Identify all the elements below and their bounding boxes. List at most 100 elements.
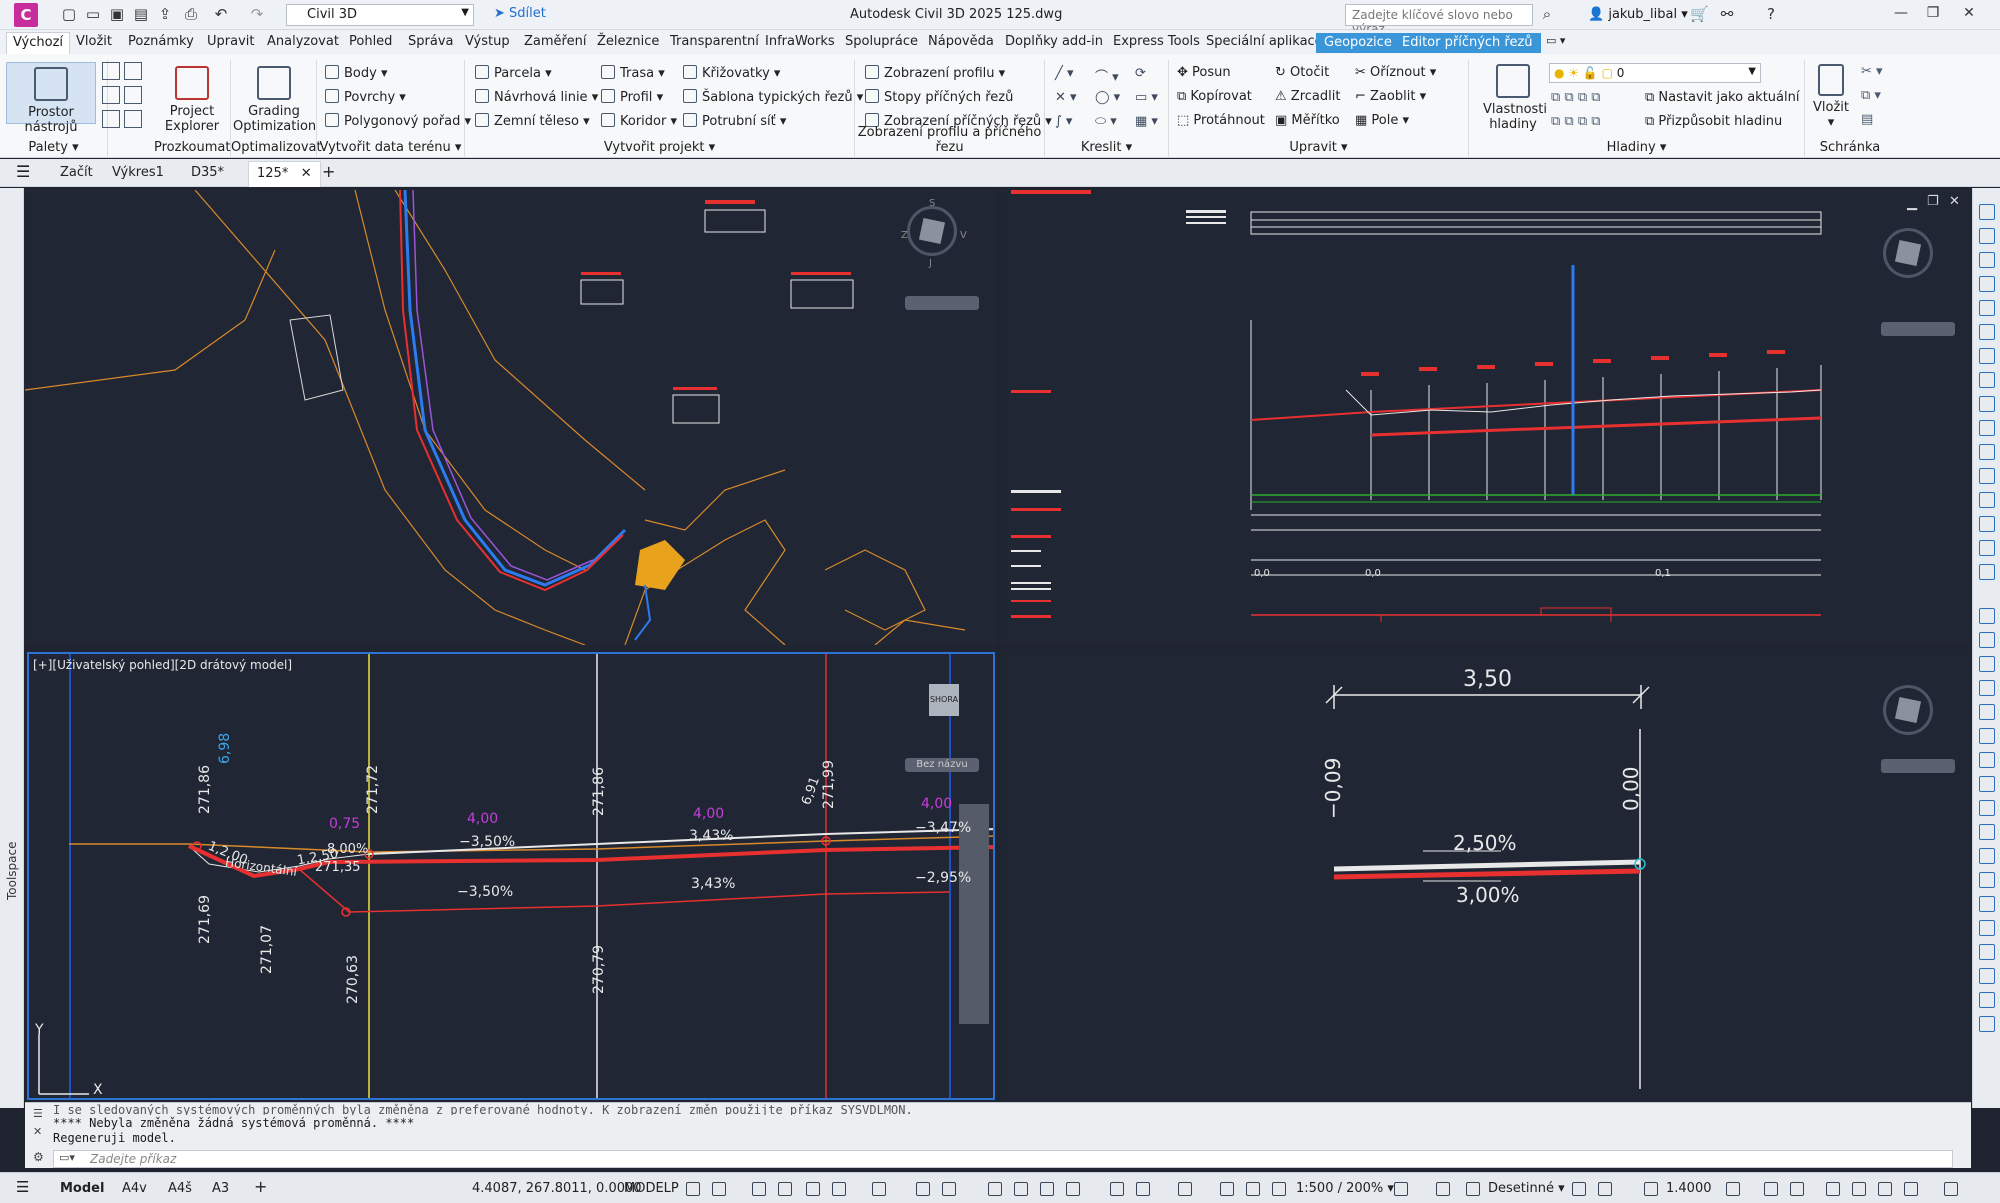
- tool-icon[interactable]: [1979, 872, 1995, 888]
- coordinates-readout[interactable]: 4.4087, 267.8011, 0.0000: [472, 1181, 642, 1196]
- connect-icon[interactable]: ⚯: [1718, 5, 1736, 23]
- viewcube-face[interactable]: [918, 217, 946, 245]
- wcs-menu[interactable]: [905, 296, 979, 310]
- workspace-select[interactable]: Civil 3D ▼: [286, 4, 474, 26]
- paste-button[interactable]: Vložit ▾: [1809, 64, 1853, 130]
- tab-zeleznice[interactable]: Železnice: [597, 34, 659, 49]
- annotation-scale-icon[interactable]: [1272, 1182, 1286, 1196]
- panel-label-palety[interactable]: Palety ▾: [0, 140, 107, 155]
- close-button[interactable]: ✕: [1954, 5, 1984, 21]
- tool-icon[interactable]: [1979, 752, 1995, 768]
- tool-icon[interactable]: [1979, 656, 1995, 672]
- open-file-icon[interactable]: ▭: [84, 5, 102, 23]
- scale-button[interactable]: ▣ Měřítko: [1275, 113, 1340, 128]
- redo-icon[interactable]: ↷: [248, 5, 266, 23]
- pipe-network-button[interactable]: Potrubní síť ▾: [683, 113, 786, 129]
- tool-icon[interactable]: [1979, 276, 1995, 292]
- construction-line-icon[interactable]: ✕ ▾: [1055, 90, 1077, 105]
- gizmo-icon[interactable]: [1178, 1182, 1192, 1196]
- layer-dropdown[interactable]: ● ☀ 🔓 ▢ 0 ▼: [1549, 63, 1761, 83]
- viewport-close-icon[interactable]: ✕: [1949, 194, 1960, 209]
- viewcube[interactable]: [1883, 685, 1933, 735]
- ribbon-options-icon[interactable]: ▭ ▾: [1546, 34, 1565, 47]
- polar-tracking-icon[interactable]: [832, 1182, 846, 1196]
- sample-lines-button[interactable]: Stopy příčných řezů: [865, 89, 1013, 105]
- tab-vlozit[interactable]: Vložit: [76, 34, 112, 49]
- new-file-icon[interactable]: ▢: [60, 5, 78, 23]
- feature-line-button[interactable]: Návrhová linie ▾: [475, 89, 598, 105]
- isolate-objects-icon[interactable]: [1644, 1182, 1658, 1196]
- toolspace-strip[interactable]: Toolspace: [0, 188, 24, 1108]
- tool-icon[interactable]: [1979, 420, 1995, 436]
- isodraft-icon[interactable]: [872, 1182, 886, 1196]
- auto-scale-icon[interactable]: [1246, 1182, 1260, 1196]
- cut-icon[interactable]: ✂ ▾: [1861, 64, 1883, 79]
- spline-icon[interactable]: ∫ ▾: [1055, 114, 1072, 129]
- grid-toggle-icon[interactable]: [686, 1182, 700, 1196]
- 3d-osnap-icon[interactable]: [1066, 1182, 1080, 1196]
- command-grip-icon[interactable]: ☰: [33, 1107, 43, 1120]
- tab-napoveda[interactable]: Nápověda: [928, 34, 994, 49]
- tool-icon[interactable]: [1979, 1016, 1995, 1032]
- tool-icon[interactable]: [1979, 776, 1995, 792]
- layer-tools-row2[interactable]: ⧉ ⧉ ⧉ ⧉: [1551, 114, 1601, 129]
- user-account[interactable]: 👤 jakub_libal ▾: [1588, 7, 1688, 22]
- polyline-icon[interactable]: ⌒ ▾: [1095, 66, 1119, 85]
- tool-icon[interactable]: [1979, 204, 1995, 220]
- app-menu-button[interactable]: C: [14, 3, 38, 27]
- ellipse-icon[interactable]: ⬭ ▾: [1095, 114, 1117, 129]
- panel-label-kreslit[interactable]: Kreslit ▾: [1045, 140, 1168, 155]
- dynamic-input-icon[interactable]: [778, 1182, 792, 1196]
- tab-vychozi[interactable]: Výchozí: [6, 32, 71, 54]
- tool-icon[interactable]: [1979, 632, 1995, 648]
- properties-icon[interactable]: [102, 62, 120, 80]
- profile-button[interactable]: Profil ▾: [601, 89, 663, 105]
- tool-icon[interactable]: [1979, 444, 1995, 460]
- units-icon[interactable]: [1466, 1182, 1480, 1196]
- grid-icon[interactable]: [102, 86, 120, 104]
- command-recent-icon[interactable]: ▭▾: [59, 1151, 75, 1164]
- viewport-detail[interactable]: 3,50 −0,09 0,00 2,50% 3,00%: [1001, 649, 1971, 1102]
- tab-express-tools[interactable]: Express Tools: [1113, 34, 1200, 49]
- match-properties-icon[interactable]: ▤: [1861, 112, 1873, 127]
- hatch-icon[interactable]: ▦ ▾: [1135, 114, 1158, 129]
- array-button[interactable]: ▦ Pole ▾: [1355, 113, 1409, 128]
- share-button[interactable]: ➤ Sdílet: [494, 6, 546, 21]
- viewcube-face[interactable]: [1894, 239, 1922, 267]
- viewcube-face[interactable]: [1894, 696, 1922, 724]
- tool-icon[interactable]: [1979, 540, 1995, 556]
- panel-label-teren[interactable]: Vytvořit data terénu ▾: [317, 140, 464, 155]
- quick-properties-icon[interactable]: [1572, 1182, 1586, 1196]
- tool-icon[interactable]: [1979, 680, 1995, 696]
- search-icon[interactable]: ⌕: [1538, 5, 1556, 23]
- tool-icon[interactable]: [1979, 848, 1995, 864]
- viewport-restore-icon[interactable]: ❐: [1927, 194, 1939, 209]
- table-icon[interactable]: [124, 86, 142, 104]
- object-snap-tracking-icon[interactable]: [916, 1182, 930, 1196]
- tool-icon[interactable]: [1979, 252, 1995, 268]
- civil-tools-icon[interactable]: [1826, 1182, 1840, 1196]
- annotation-monitor-icon[interactable]: [1436, 1182, 1450, 1196]
- command-input[interactable]: Zadejte příkaz: [53, 1150, 1953, 1168]
- clean-screen-icon[interactable]: [1764, 1182, 1778, 1196]
- new-tab-icon[interactable]: +: [322, 162, 335, 181]
- list-icon[interactable]: [102, 110, 120, 128]
- object-snap-icon[interactable]: [942, 1182, 956, 1196]
- selection-filter-icon[interactable]: [1136, 1182, 1150, 1196]
- tab-poznamky[interactable]: Poznámky: [128, 34, 194, 49]
- corridor-button[interactable]: Koridor ▾: [601, 113, 677, 129]
- panel-label-hladiny[interactable]: Hladiny ▾: [1469, 140, 1804, 155]
- wcs-menu[interactable]: [1881, 759, 1955, 773]
- viewport-section-editor[interactable]: [+][Uživatelský pohled][2D drátový model…: [27, 652, 995, 1100]
- tool-icon[interactable]: [1979, 728, 1995, 744]
- save-icon[interactable]: ▣: [108, 5, 126, 23]
- export-icon[interactable]: ⇪: [156, 5, 174, 23]
- transparency-icon[interactable]: [1014, 1182, 1028, 1196]
- line-icon[interactable]: ╱ ▾: [1055, 66, 1073, 81]
- viewport-minimize-icon[interactable]: ▁: [1907, 196, 1917, 211]
- assembly-button[interactable]: Šablona typických řezů ▾: [683, 89, 863, 105]
- command-settings-icon[interactable]: ⚙: [33, 1150, 44, 1164]
- tab-spoluprace[interactable]: Spolupráce: [845, 34, 918, 49]
- infer-constraints-icon[interactable]: [752, 1182, 766, 1196]
- make-current-button[interactable]: ⧉ Nastavit jako aktuální: [1645, 90, 1799, 105]
